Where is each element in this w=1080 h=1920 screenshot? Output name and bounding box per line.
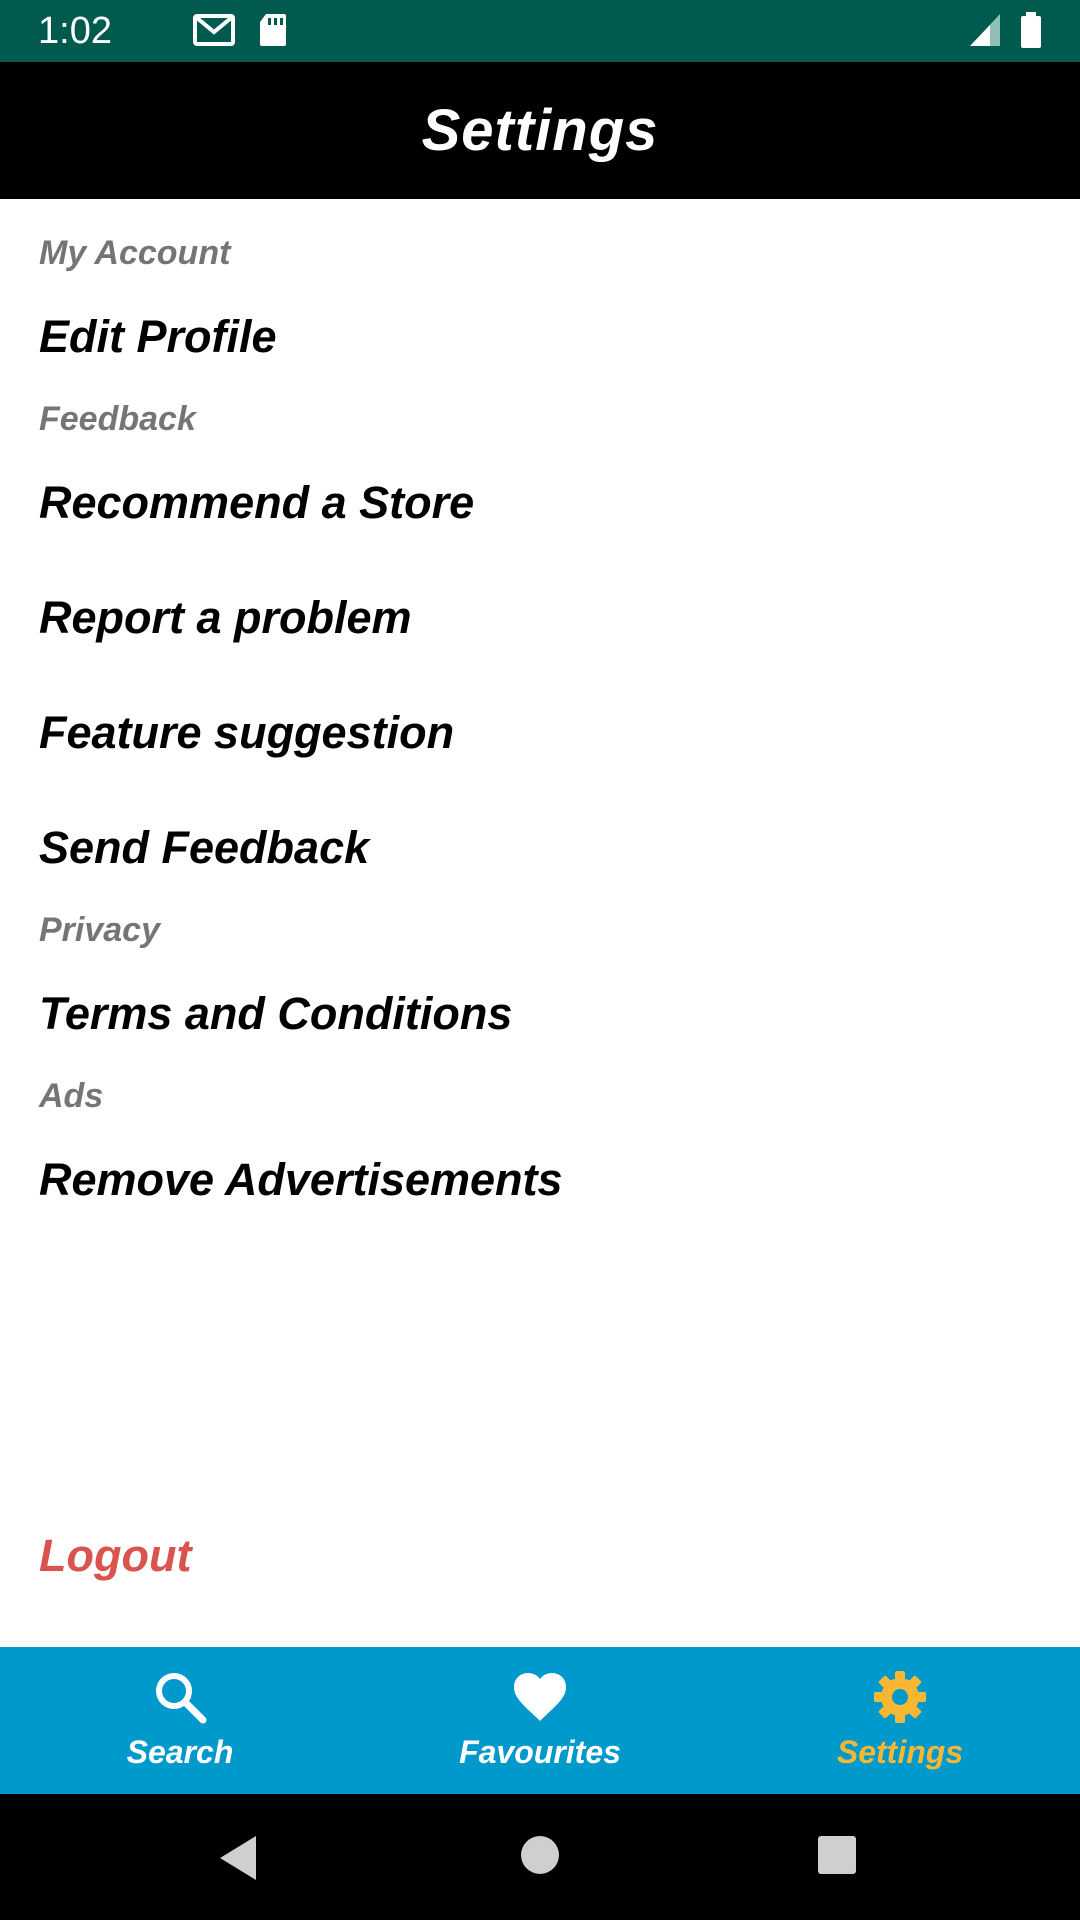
remove-ads-item[interactable]: Remove Advertisements bbox=[39, 1154, 563, 1206]
section-header-privacy: Privacy bbox=[39, 911, 160, 949]
terms-conditions-item[interactable]: Terms and Conditions bbox=[39, 988, 512, 1040]
nav-item-favourites[interactable]: Favourites bbox=[360, 1647, 720, 1794]
recents-icon[interactable] bbox=[816, 1834, 858, 1876]
nav-label-favourites: Favourites bbox=[459, 1734, 621, 1770]
section-header-my-account: My Account bbox=[39, 234, 231, 272]
section-header-ads: Ads bbox=[39, 1077, 104, 1115]
feature-suggestion-item[interactable]: Feature suggestion bbox=[39, 707, 454, 759]
battery-icon bbox=[1021, 12, 1041, 48]
status-bar: 1:02 bbox=[0, 0, 1080, 62]
section-header-feedback: Feedback bbox=[39, 400, 196, 438]
recommend-store-item[interactable]: Recommend a Store bbox=[39, 477, 474, 529]
home-icon[interactable] bbox=[519, 1834, 561, 1876]
report-problem-item[interactable]: Report a problem bbox=[39, 592, 412, 644]
nav-item-settings[interactable]: Settings bbox=[720, 1647, 1080, 1794]
back-icon[interactable] bbox=[216, 1834, 260, 1882]
nav-label-settings: Settings bbox=[836, 1734, 964, 1770]
system-nav-bar bbox=[0, 1794, 1080, 1920]
sd-card-icon bbox=[260, 14, 286, 46]
app-bar: Settings bbox=[0, 62, 1080, 199]
search-icon bbox=[156, 1673, 207, 1724]
nav-item-search[interactable]: Search bbox=[0, 1647, 360, 1794]
gmail-icon bbox=[193, 14, 235, 46]
send-feedback-item[interactable]: Send Feedback bbox=[39, 822, 369, 874]
gear-icon bbox=[874, 1671, 926, 1723]
heart-icon bbox=[514, 1673, 566, 1721]
page-title: Settings bbox=[421, 98, 659, 163]
nav-label-search: Search bbox=[126, 1734, 234, 1770]
edit-profile-item[interactable]: Edit Profile bbox=[39, 311, 277, 363]
bottom-nav: Search Favourites Settings bbox=[0, 1647, 1080, 1794]
status-time: 1:02 bbox=[38, 10, 112, 52]
signal-icon bbox=[970, 14, 1000, 46]
logout-button[interactable]: Logout bbox=[39, 1530, 191, 1582]
